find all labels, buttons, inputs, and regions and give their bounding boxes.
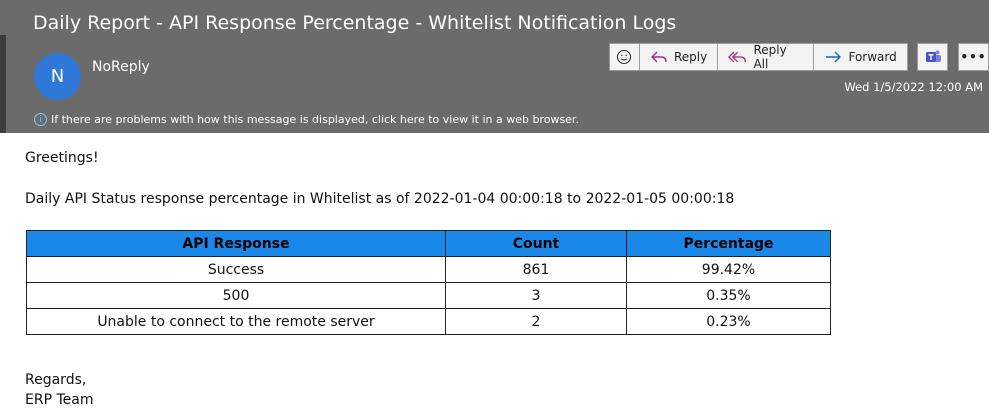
emoji-reaction-button[interactable] [609, 43, 640, 71]
reply-label: Reply [673, 50, 708, 64]
table-row: 500 3 0.35% [26, 282, 831, 309]
cell-response: Success [26, 256, 446, 283]
message-toolbar: Reply Reply All Forward ••• [609, 43, 989, 71]
message-subject: Daily Report - API Response Percentage -… [33, 12, 677, 34]
more-actions-button[interactable]: ••• [958, 43, 989, 71]
intro-text: Daily API Status response percentage in … [25, 191, 735, 207]
avatar-letter: N [50, 66, 65, 87]
smiley-icon [617, 49, 632, 65]
cell-count: 861 [445, 256, 627, 283]
signature-team: ERP Team [25, 392, 94, 408]
browser-view-info-bar[interactable]: i If there are problems with how this me… [34, 113, 579, 126]
toolbar-gap-2 [948, 43, 958, 71]
teams-button[interactable] [917, 43, 949, 71]
header-percentage: Percentage [626, 230, 831, 257]
sender-name[interactable]: NoReply [92, 59, 150, 75]
toolbar-gap [908, 43, 918, 71]
reply-icon [650, 51, 667, 63]
forward-label: Forward [848, 50, 897, 64]
cell-percentage: 99.42% [626, 256, 831, 283]
forward-icon [826, 51, 842, 63]
forward-button[interactable]: Forward [814, 43, 908, 71]
reply-button[interactable]: Reply [639, 43, 719, 71]
reply-all-button[interactable]: Reply All [718, 43, 815, 71]
table-row: Unable to connect to the remote server 2… [26, 308, 831, 335]
reply-all-label: Reply All [753, 43, 787, 71]
greeting-text: Greetings! [25, 150, 99, 166]
teams-icon [925, 50, 941, 62]
header-count: Count [445, 230, 627, 257]
cell-response: 500 [26, 282, 446, 309]
info-icon: i [34, 113, 47, 126]
cell-percentage: 0.35% [626, 282, 831, 309]
regards-text: Regards, [25, 372, 87, 388]
table-row: Success 861 99.42% [26, 256, 831, 283]
sender-avatar[interactable]: N [34, 53, 81, 100]
message-date: Wed 1/5/2022 12:00 AM [844, 80, 983, 94]
table-header-row: API Response Count Percentage [26, 230, 831, 257]
more-icon: ••• [960, 50, 987, 64]
cell-response: Unable to connect to the remote server [26, 308, 446, 335]
left-edge-bar [0, 35, 6, 133]
cell-count: 3 [445, 282, 627, 309]
cell-count: 2 [445, 308, 627, 335]
reply-all-icon [728, 51, 747, 63]
header-api-response: API Response [26, 230, 446, 257]
info-text: If there are problems with how this mess… [51, 113, 579, 126]
message-header: Daily Report - API Response Percentage -… [0, 0, 989, 133]
cell-percentage: 0.23% [626, 308, 831, 335]
api-response-table: API Response Count Percentage Success 86… [26, 230, 831, 335]
